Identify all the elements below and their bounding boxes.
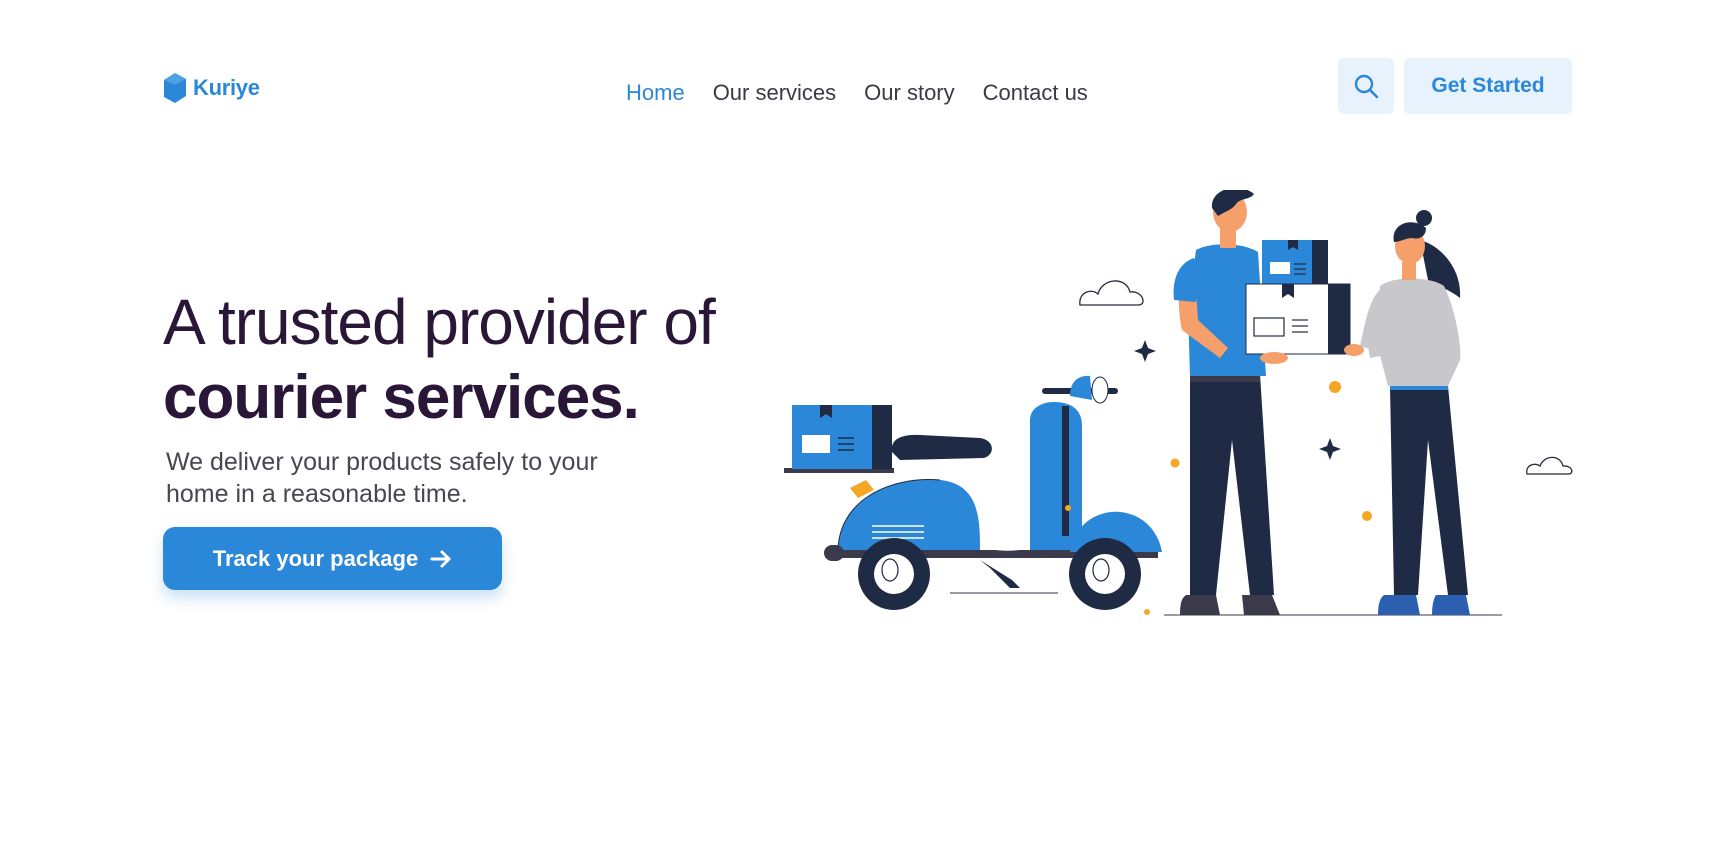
search-button[interactable]	[1338, 58, 1394, 114]
customer-woman	[1360, 210, 1470, 615]
track-package-label: Track your package	[212, 545, 419, 571]
cloud-icon	[1079, 280, 1144, 306]
search-icon	[1354, 74, 1379, 99]
nav-home[interactable]: Home	[626, 80, 685, 106]
hero-title-line-1: A trusted provider of	[163, 286, 716, 358]
hero-title-line-2: courier services.	[163, 363, 640, 432]
arrow-right-icon	[430, 550, 451, 567]
package-boxes	[1245, 240, 1364, 364]
main-nav: Home Our services Our story Contact us	[626, 80, 1088, 106]
scooter	[784, 375, 1162, 610]
brand-logo[interactable]: Kuriye	[163, 72, 260, 104]
nav-our-services[interactable]: Our services	[713, 80, 836, 106]
site-header: Kuriye Home Our services Our story Conta…	[0, 0, 1728, 140]
track-package-button[interactable]: Track your package	[163, 527, 502, 590]
cloud-icon	[1526, 456, 1573, 475]
get-started-button[interactable]: Get Started	[1404, 58, 1572, 114]
logo-hexagon-icon	[164, 73, 186, 103]
nav-our-story[interactable]: Our story	[864, 80, 954, 106]
delivery-illustration	[784, 190, 1573, 616]
nav-contact-us[interactable]: Contact us	[983, 80, 1088, 106]
brand-name: Kuriye	[193, 75, 260, 100]
hero-subtitle: We deliver your products safely to your …	[166, 448, 598, 508]
